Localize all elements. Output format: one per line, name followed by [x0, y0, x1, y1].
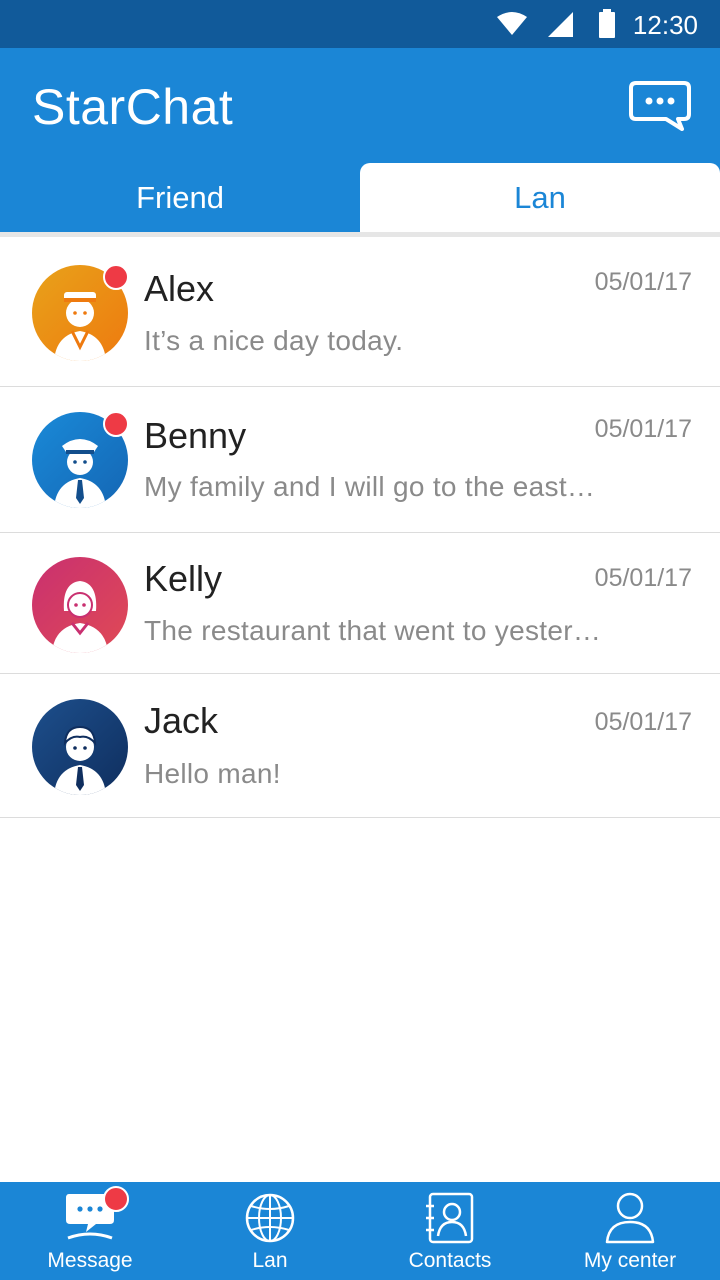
app-header: StarChat Friend Lan: [0, 48, 720, 232]
nav-message-label: Message: [47, 1249, 133, 1272]
conversation-item-kelly[interactable]: Kelly 05/01/17 The restaurant that went …: [0, 533, 720, 674]
contact-name: Kelly: [144, 558, 223, 599]
contact-name: Benny: [144, 415, 247, 456]
message-preview: My family and I will go to the east…: [144, 471, 596, 502]
battery-icon: [599, 9, 615, 38]
unread-badge: [103, 411, 129, 437]
nav-my-center[interactable]: My center: [540, 1182, 720, 1280]
message-date: 05/01/17: [594, 564, 692, 592]
contact-name: Jack: [144, 700, 219, 741]
chat-bubble-icon: [629, 81, 691, 131]
signal-icon: [548, 12, 573, 37]
tab-friend-label: Friend: [136, 179, 224, 215]
message-preview: Hello man!: [144, 758, 281, 789]
bottom-navigation: Message Lan Contacts My center: [0, 1182, 720, 1280]
message-date: 05/01/17: [594, 268, 692, 296]
conversation-item-jack[interactable]: Jack 05/01/17 Hello man!: [0, 674, 720, 818]
woman-avatar[interactable]: [32, 557, 128, 653]
conversation-item-alex[interactable]: Alex 05/01/17 It’s a nice day today.: [0, 237, 720, 387]
tab-lan[interactable]: Lan: [360, 163, 720, 232]
globe-icon: [245, 1193, 295, 1243]
contacts-icon: [426, 1192, 474, 1244]
wifi-icon: [497, 12, 527, 35]
nav-lan[interactable]: Lan: [180, 1182, 360, 1280]
nav-contacts[interactable]: Contacts: [360, 1182, 540, 1280]
tab-lan-label: Lan: [514, 179, 566, 215]
status-bar: 12:30: [0, 0, 720, 48]
app-title: StarChat: [32, 79, 234, 135]
unread-badge: [103, 264, 129, 290]
contact-name: Alex: [144, 268, 215, 309]
message-date: 05/01/17: [594, 708, 692, 736]
message-badge: [103, 1186, 129, 1212]
person-icon: [605, 1192, 655, 1244]
message-date: 05/01/17: [594, 415, 692, 443]
new-chat-button[interactable]: [628, 80, 692, 132]
conversation-list: Alex 05/01/17 It’s a nice day today. Ben…: [0, 237, 720, 818]
nav-message[interactable]: Message: [0, 1182, 180, 1280]
message-preview: It’s a nice day today.: [144, 325, 404, 356]
tab-friend[interactable]: Friend: [0, 163, 360, 232]
conversation-item-benny[interactable]: Benny 05/01/17 My family and I will go t…: [0, 387, 720, 533]
nav-my-center-label: My center: [583, 1249, 677, 1272]
nav-lan-label: Lan: [252, 1249, 288, 1272]
message-preview: The restaurant that went to yester…: [144, 615, 602, 646]
nav-contacts-label: Contacts: [408, 1249, 492, 1272]
man-avatar[interactable]: [32, 699, 128, 795]
status-time: 12:30: [632, 10, 698, 40]
